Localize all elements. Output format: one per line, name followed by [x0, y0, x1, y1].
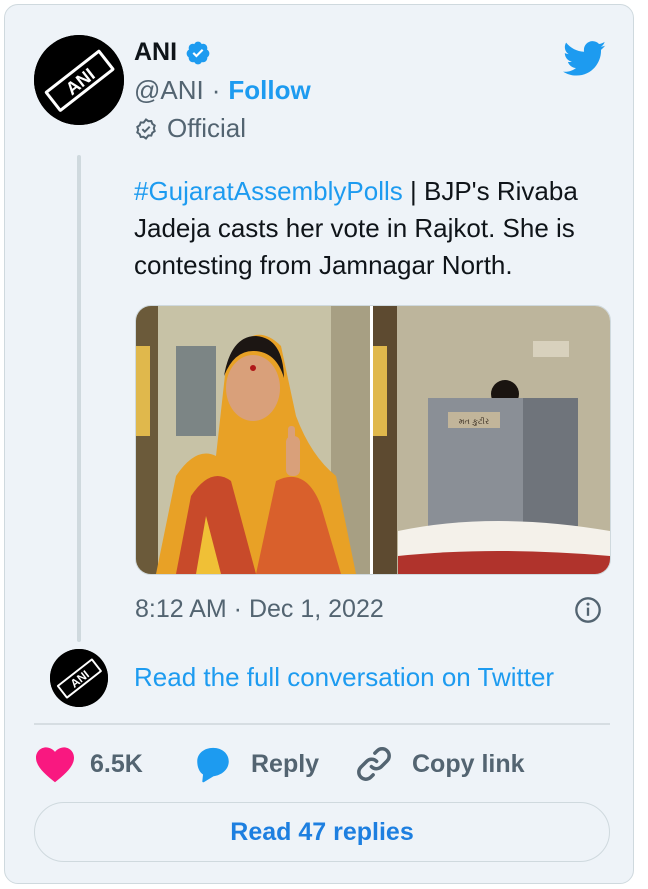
hashtag-link[interactable]: #GujaratAssemblyPolls: [134, 176, 403, 206]
ani-avatar[interactable]: ANI: [34, 35, 124, 125]
tweet-media[interactable]: મત કુટીર: [135, 305, 611, 575]
author-handle[interactable]: @ANI: [134, 75, 204, 106]
like-button[interactable]: 6.5K: [34, 745, 143, 783]
tweet-card: ANI ANI @ANI · Follow Official #GujaratA…: [4, 4, 634, 884]
photo-left[interactable]: [136, 306, 370, 574]
author-handle-row: @ANI · Follow: [134, 75, 311, 106]
reply-bubble-icon: [197, 747, 229, 783]
link-icon: [357, 747, 391, 781]
booth-sign-text: મત કુટીર: [459, 417, 489, 426]
author-name[interactable]: ANI: [134, 38, 177, 67]
handle-separator: ·: [211, 75, 221, 105]
verified-badge-icon: [186, 41, 210, 64]
thread-line: [77, 155, 81, 642]
tweet-text: #GujaratAssemblyPolls | BJP's Rivaba Jad…: [134, 173, 614, 284]
official-label-row: Official: [134, 113, 246, 144]
official-label: Official: [167, 113, 246, 143]
heart-icon: [36, 747, 74, 783]
photo-right[interactable]: મત કુટીર: [373, 306, 610, 574]
copy-link-button[interactable]: Copy link: [352, 742, 525, 786]
reply-button[interactable]: Reply: [191, 742, 319, 786]
follow-button[interactable]: Follow: [228, 75, 310, 106]
ani-logo-icon: ANI: [34, 35, 124, 125]
divider: [34, 723, 610, 725]
action-bar: 6.5K Reply Copy link: [34, 742, 610, 786]
official-badge-icon: [136, 117, 156, 140]
author-name-row: ANI: [134, 38, 211, 67]
ani-small-logo-icon: ANI: [50, 649, 108, 707]
read-replies-button[interactable]: Read 47 replies: [34, 802, 610, 862]
read-full-conversation-link[interactable]: Read the full conversation on Twitter: [134, 662, 554, 693]
reply-label: Reply: [251, 749, 320, 778]
tweet-timestamp[interactable]: 8:12 AM · Dec 1, 2022: [135, 595, 384, 624]
ani-small-avatar[interactable]: ANI: [50, 649, 108, 707]
like-count: 6.5K: [90, 749, 143, 778]
info-icon[interactable]: [574, 596, 602, 624]
twitter-bird-icon[interactable]: [563, 41, 607, 77]
copy-link-label: Copy link: [412, 749, 525, 778]
